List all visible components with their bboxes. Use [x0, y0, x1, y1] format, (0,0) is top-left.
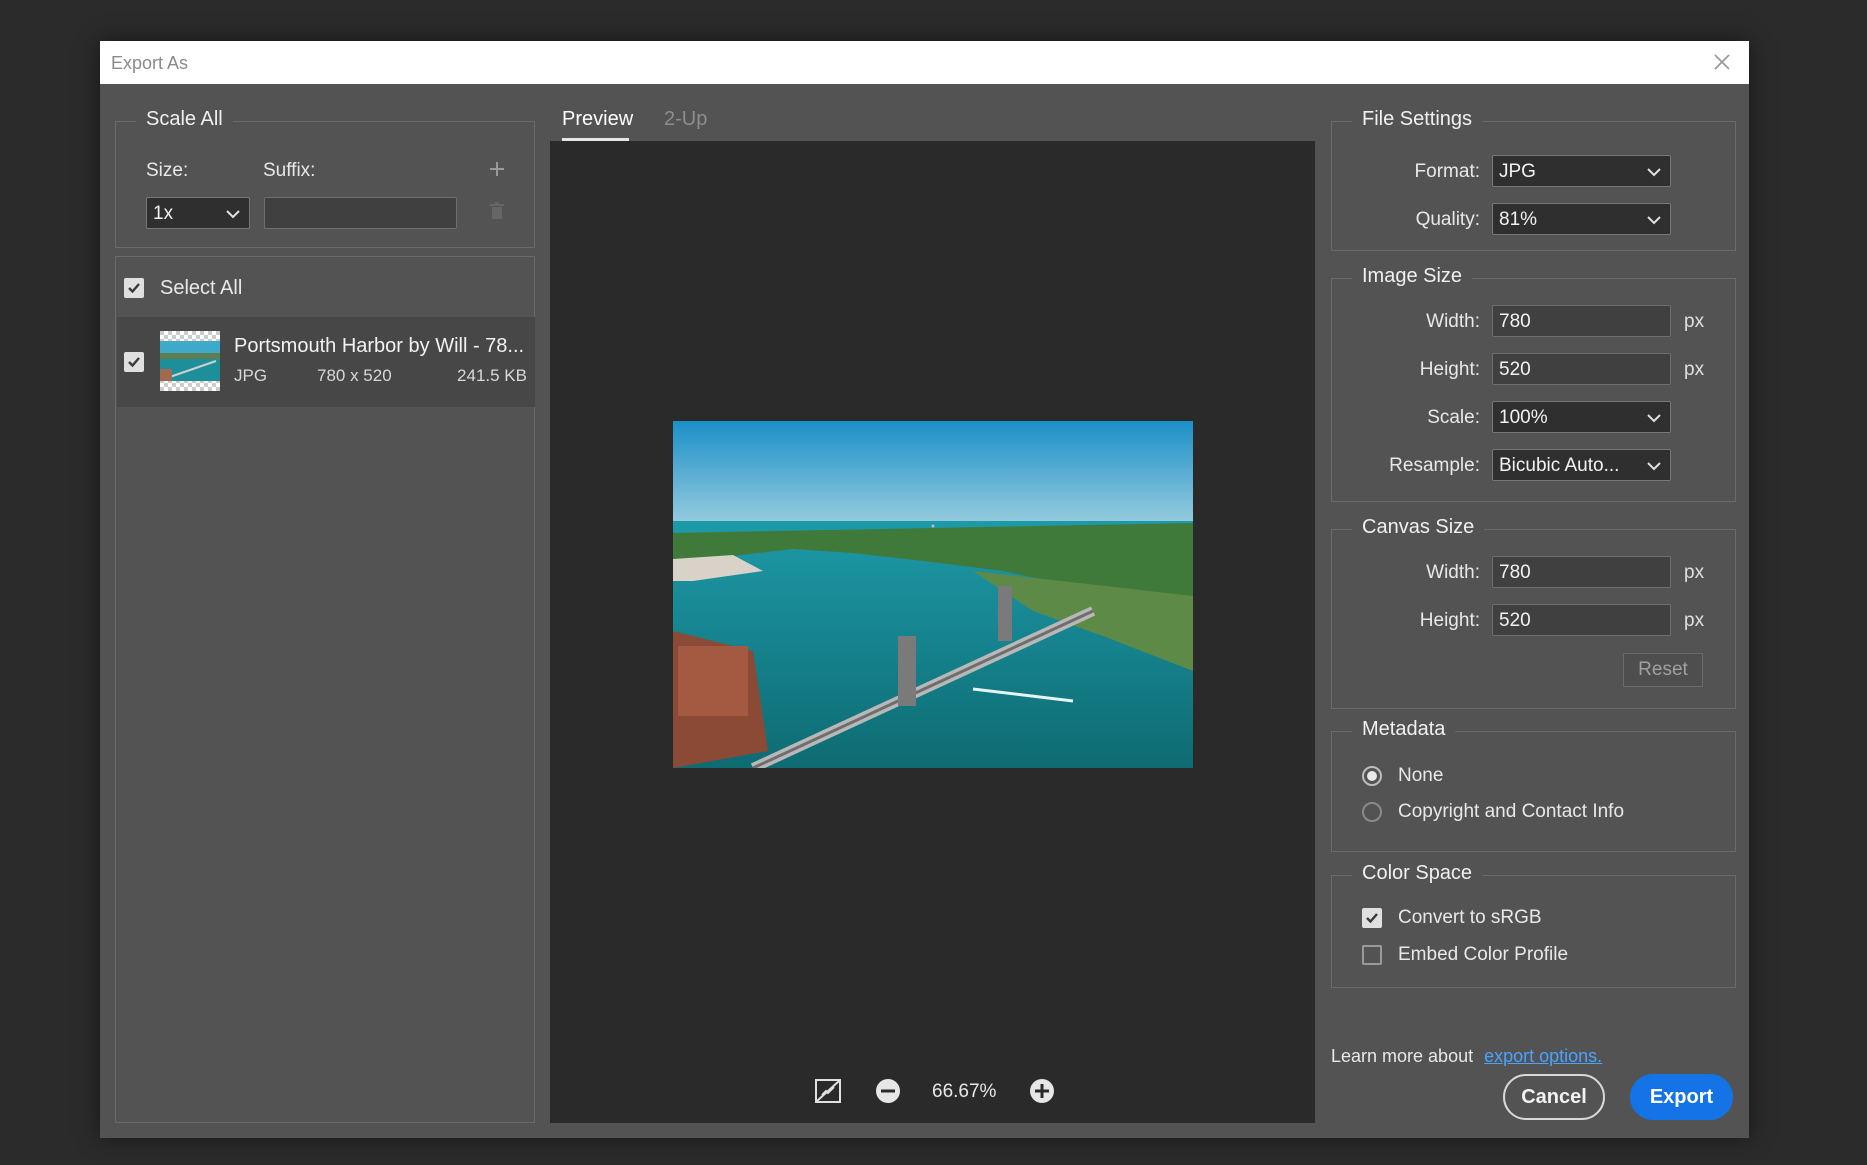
quality-label: Quality:	[1415, 209, 1480, 230]
plus-icon[interactable]	[488, 160, 506, 178]
resample-select[interactable]: Bicubic Auto...	[1492, 449, 1671, 481]
zoom-toolbar: 66.67%	[550, 1073, 1315, 1109]
scale-all-legend: Scale All	[136, 108, 233, 131]
zoom-out-icon[interactable]	[874, 1077, 902, 1105]
suffix-label: Suffix:	[263, 160, 316, 181]
export-as-dialog: Export As Scale All Size: Suffix: 1x Sel…	[100, 41, 1749, 1138]
chevron-down-icon	[1647, 216, 1661, 225]
toggle-background-icon[interactable]	[814, 1077, 842, 1105]
checkmark-icon	[128, 357, 140, 368]
scale-label: Scale:	[1427, 407, 1480, 428]
format-select[interactable]: JPG	[1492, 155, 1671, 187]
image-height-label: Height:	[1419, 359, 1480, 380]
size-label: Size:	[146, 160, 189, 181]
checkmark-icon	[128, 283, 140, 294]
canvas-size-panel: Canvas Size Width: 780 px Height: 520 px…	[1331, 516, 1736, 709]
chevron-down-icon	[1647, 414, 1661, 423]
color-space-panel: Color Space Convert to sRGB Embed Color …	[1331, 862, 1736, 988]
canvas-height-input[interactable]: 520	[1492, 604, 1671, 636]
file-size: 241.5 KB	[457, 366, 527, 385]
tab-preview[interactable]: Preview	[562, 108, 633, 131]
file-thumbnail	[160, 331, 220, 391]
convert-srgb-checkbox[interactable]	[1362, 908, 1382, 928]
image-size-legend: Image Size	[1352, 265, 1473, 288]
left-column: Scale All Size: Suffix: 1x Select All Po…	[115, 108, 535, 1123]
right-column: File Settings Format: JPG Quality: 81% I…	[1331, 108, 1736, 1123]
size-select-value: 1x	[153, 203, 174, 224]
chevron-down-icon	[226, 210, 240, 219]
resample-label: Resample:	[1389, 455, 1480, 476]
zoom-level: 66.67%	[932, 1081, 997, 1102]
select-all-label: Select All	[160, 277, 243, 299]
select-all-checkbox[interactable]	[124, 278, 144, 298]
file-checkbox[interactable]	[124, 352, 144, 372]
file-list-panel: Select All Portsmouth Harbor by Will - 7…	[115, 256, 535, 1123]
quality-select-value: 81%	[1499, 209, 1538, 230]
preview-canvas[interactable]: 66.67%	[550, 141, 1315, 1123]
convert-srgb-label: Convert to sRGB	[1398, 907, 1542, 928]
canvas-width-label: Width:	[1426, 562, 1480, 583]
canvas-width-unit: px	[1684, 562, 1705, 583]
reset-button[interactable]: Reset	[1623, 653, 1703, 687]
color-space-legend: Color Space	[1352, 862, 1483, 885]
resample-select-value: Bicubic Auto...	[1499, 455, 1620, 476]
metadata-panel: Metadata None Copyright and Contact Info	[1331, 718, 1736, 852]
canvas-size-legend: Canvas Size	[1352, 516, 1485, 539]
export-button[interactable]: Export	[1630, 1074, 1733, 1120]
image-height-unit: px	[1684, 359, 1705, 380]
scale-select[interactable]: 100%	[1492, 401, 1671, 433]
metadata-none-radio[interactable]	[1362, 766, 1382, 786]
checkmark-icon	[1366, 913, 1378, 924]
preview-image	[673, 421, 1193, 768]
quality-select[interactable]: 81%	[1492, 203, 1671, 235]
file-format: JPG	[234, 366, 268, 385]
metadata-none-label: None	[1398, 765, 1444, 786]
metadata-copyright-label: Copyright and Contact Info	[1398, 801, 1625, 822]
image-size-panel: Image Size Width: 780 px Height: 520 px …	[1331, 265, 1736, 502]
image-width-unit: px	[1684, 311, 1705, 332]
close-icon[interactable]	[1709, 49, 1735, 75]
embed-profile-label: Embed Color Profile	[1398, 944, 1569, 965]
image-height-input[interactable]: 520	[1492, 353, 1671, 385]
cancel-button[interactable]: Cancel	[1503, 1074, 1605, 1120]
size-select[interactable]: 1x	[146, 197, 250, 229]
suffix-input[interactable]	[264, 197, 457, 229]
format-select-value: JPG	[1499, 161, 1536, 182]
learn-more-text: Learn more about	[1331, 1046, 1474, 1066]
trash-icon[interactable]	[489, 202, 505, 220]
metadata-copyright-radio[interactable]	[1362, 802, 1382, 822]
export-options-link[interactable]: export options.	[1484, 1046, 1602, 1066]
tab-2-up[interactable]: 2-Up	[664, 108, 707, 131]
file-settings-panel: File Settings Format: JPG Quality: 81%	[1331, 108, 1736, 251]
canvas-height-unit: px	[1684, 610, 1705, 631]
chevron-down-icon	[1647, 168, 1661, 177]
title-bar: Export As	[100, 41, 1749, 84]
learn-more: Learn more about export options.	[1331, 1046, 1602, 1067]
scale-select-value: 100%	[1499, 407, 1548, 428]
canvas-height-label: Height:	[1419, 610, 1480, 631]
scale-all-panel: Scale All Size: Suffix: 1x	[115, 108, 535, 248]
file-settings-legend: File Settings	[1352, 108, 1483, 131]
image-width-input[interactable]: 780	[1492, 305, 1671, 337]
format-label: Format:	[1414, 161, 1480, 182]
zoom-in-icon[interactable]	[1028, 1077, 1056, 1105]
chevron-down-icon	[1647, 462, 1661, 471]
embed-profile-checkbox[interactable]	[1362, 945, 1382, 965]
image-width-label: Width:	[1426, 311, 1480, 332]
metadata-legend: Metadata	[1352, 718, 1456, 741]
file-row[interactable]: Portsmouth Harbor by Will - 78... JPG 78…	[117, 317, 535, 407]
file-dimensions: 780 x 520	[317, 366, 392, 385]
window-title: Export As	[111, 53, 189, 73]
canvas-width-input[interactable]: 780	[1492, 556, 1671, 588]
file-name: Portsmouth Harbor by Will - 78...	[234, 335, 525, 357]
